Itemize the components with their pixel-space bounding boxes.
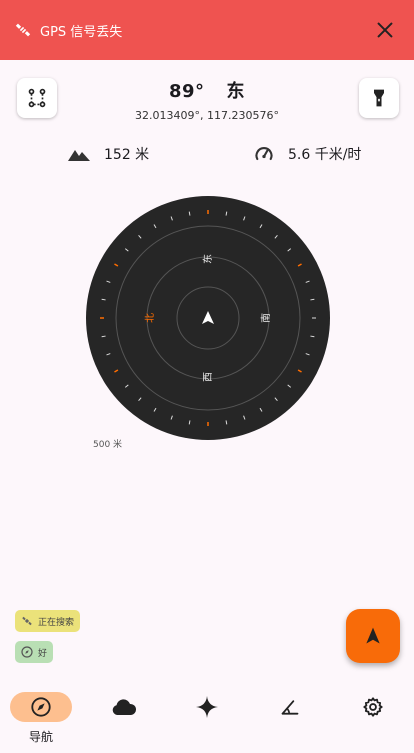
nav-item-weather[interactable] (83, 680, 165, 753)
nav-pill-navigation (10, 692, 72, 722)
gear-icon (363, 697, 383, 717)
navigate-fab[interactable] (346, 609, 400, 663)
nav-item-navigation[interactable]: 导航 (0, 680, 82, 753)
accuracy-badge: 好 (15, 641, 54, 663)
cardinal-east: 东 (201, 254, 214, 264)
nav-pill-clinometer (259, 692, 321, 722)
speed-value: 5.6 千米/时 (288, 147, 362, 163)
cardinal-north: 北 (144, 313, 156, 323)
nav-item-settings[interactable] (332, 680, 414, 753)
compass-tick (225, 211, 228, 216)
gps-status-badge: 正在搜索 (15, 610, 81, 632)
star-icon (196, 696, 218, 718)
speed-stat: 5.6 千米/时 (254, 144, 361, 164)
nav-pill-settings (342, 692, 404, 722)
satellite-icon (15, 22, 31, 38)
navigation-arrow-icon (366, 627, 380, 644)
scale-label: 500 米 (93, 440, 123, 450)
compass-icon (31, 697, 51, 717)
compass-tick (188, 211, 191, 216)
compass-tick (101, 298, 106, 301)
gps-status-label: 正在搜索 (38, 617, 75, 628)
heading-value: 89° 东 (0, 77, 414, 103)
compass-tick (310, 335, 315, 338)
compass-icon (21, 646, 33, 658)
altitude-value: 152 米 (104, 147, 150, 163)
nav-label-navigation: 导航 (28, 730, 53, 744)
close-icon[interactable] (374, 19, 396, 41)
nav-pill-weather (93, 692, 155, 722)
heading-direction: 东 (226, 81, 246, 102)
bottom-nav: 导航 (0, 680, 414, 753)
heading-degrees: 89° (168, 81, 205, 102)
speedometer-icon (255, 147, 273, 161)
coordinates: 32.013409°, 117.230576° (135, 109, 279, 122)
compass-tick (225, 420, 228, 425)
nav-pill-astronomy (176, 692, 238, 722)
compass-tick (310, 298, 315, 301)
accuracy-label: 好 (38, 648, 48, 659)
compass-tick (188, 420, 191, 425)
altitude-stat: 152 米 (68, 144, 149, 164)
satellite-icon (22, 616, 32, 626)
heading-display: 89° 东 32.013409°, 117.230576° (0, 77, 414, 122)
compass-dial[interactable]: 北 东 南 西 (86, 196, 330, 440)
angle-icon (281, 700, 299, 715)
compass-tick (101, 335, 106, 338)
mountain-icon (68, 150, 90, 161)
banner-message: GPS 信号丢失 (40, 24, 123, 40)
cardinal-south: 南 (259, 313, 272, 323)
cardinal-west: 西 (203, 372, 214, 382)
gps-lost-banner: GPS 信号丢失 (0, 0, 414, 60)
nav-item-clinometer[interactable] (249, 680, 331, 753)
nav-item-astronomy[interactable] (166, 680, 248, 753)
cloud-icon (112, 699, 137, 715)
